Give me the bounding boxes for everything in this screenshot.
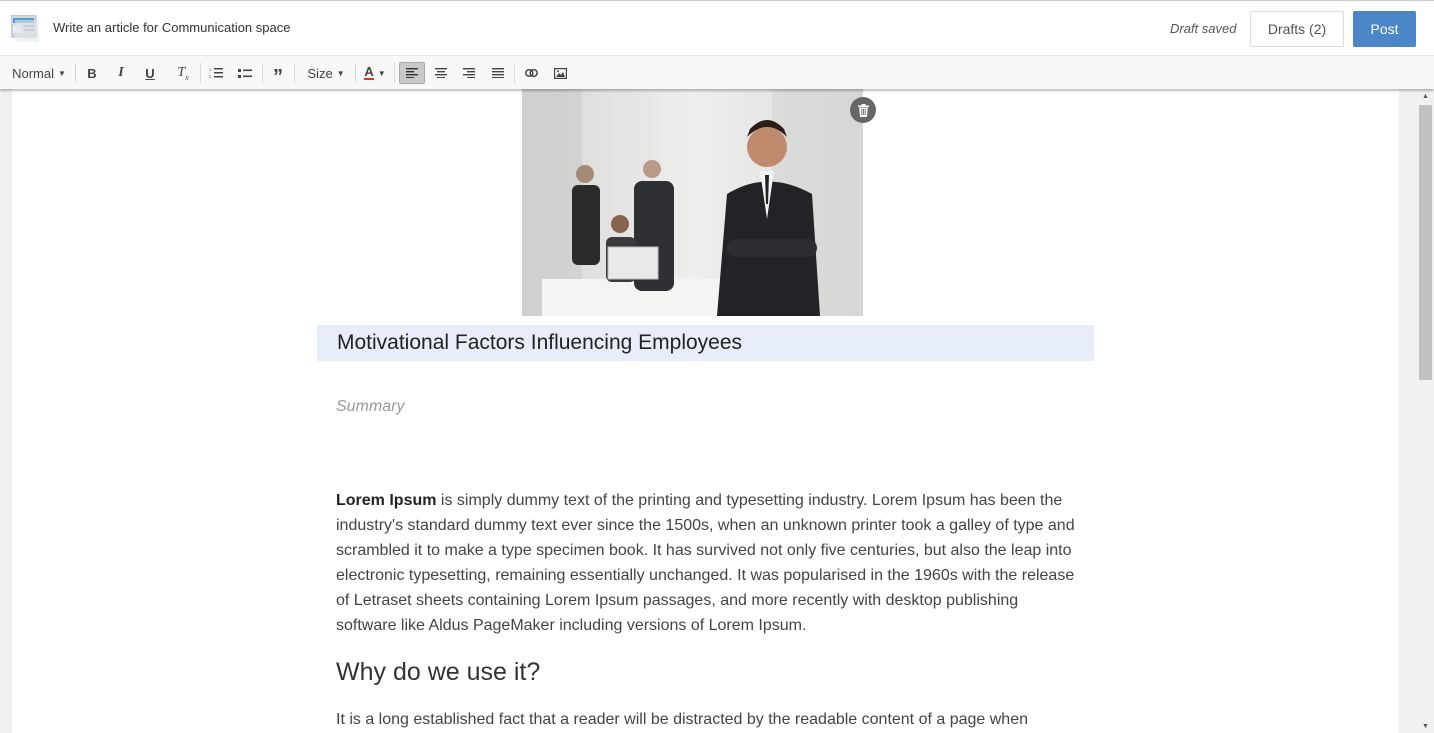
toolbar-divider — [75, 63, 76, 83]
section-heading[interactable]: Why do we use it? — [336, 658, 540, 687]
align-center-icon — [435, 68, 447, 78]
summary-field[interactable]: Summary — [336, 398, 404, 416]
format-label: Normal — [12, 65, 54, 81]
link-icon — [524, 69, 538, 77]
post-button[interactable]: Post — [1353, 11, 1416, 47]
italic-button[interactable]: I — [110, 62, 132, 84]
size-dropdown[interactable]: Size ▼ — [302, 62, 350, 84]
remove-format-button[interactable]: Tx — [172, 62, 194, 84]
delete-image-button[interactable] — [850, 97, 876, 123]
svg-text:1: 1 — [209, 67, 212, 72]
bold-button[interactable]: B — [81, 62, 103, 84]
insert-image-button[interactable] — [549, 62, 571, 84]
toolbar-divider — [200, 63, 201, 83]
italic-icon: I — [118, 65, 124, 80]
bold-icon: B — [87, 65, 97, 81]
chevron-down-icon: ▼ — [377, 68, 386, 78]
draft-status: Draft saved — [1170, 21, 1237, 36]
header-bar: Write an article for Communication space… — [0, 0, 1434, 55]
remove-format-icon: Tx — [177, 64, 189, 82]
align-right-icon — [463, 68, 475, 78]
align-left-icon — [406, 68, 418, 78]
toolbar-divider — [294, 63, 295, 83]
toolbar-divider — [394, 63, 395, 83]
scroll-down-arrow[interactable]: ▼ — [1417, 719, 1434, 733]
chevron-down-icon: ▼ — [57, 68, 66, 78]
align-justify-icon — [492, 68, 504, 78]
toolbar-divider — [514, 63, 515, 83]
toolbar-divider — [355, 63, 356, 83]
align-left-button[interactable] — [399, 62, 425, 84]
editor-toolbar: Normal ▼ B I U Tx 12 ” Size ▼ A ▼ — [0, 55, 1434, 89]
article-title-field[interactable]: Motivational Factors Influencing Employe… — [317, 325, 1094, 361]
align-center-button[interactable] — [430, 62, 452, 84]
blockquote-button[interactable]: ” — [267, 62, 289, 88]
align-justify-button[interactable] — [487, 62, 509, 84]
trash-icon — [857, 103, 869, 117]
text-color-button[interactable]: A ▼ — [362, 62, 388, 84]
scrollbar-thumb[interactable] — [1419, 105, 1432, 380]
scroll-up-arrow[interactable]: ▲ — [1417, 89, 1434, 103]
underline-icon: U — [145, 65, 155, 81]
link-button[interactable] — [520, 62, 542, 84]
hero-image[interactable] — [522, 89, 863, 316]
page-title: Write an article for Communication space — [53, 20, 291, 35]
align-right-button[interactable] — [458, 62, 480, 84]
chevron-down-icon: ▼ — [336, 68, 345, 78]
body-paragraph[interactable]: It is a long established fact that a rea… — [336, 707, 1076, 732]
numbered-list-button[interactable]: 12 — [205, 62, 227, 84]
article-app-icon — [10, 14, 39, 42]
underline-button[interactable]: U — [139, 62, 161, 84]
toolbar-divider — [262, 63, 263, 83]
blockquote-icon: ” — [273, 66, 283, 88]
image-icon — [553, 67, 567, 79]
article-editor[interactable]: Motivational Factors Influencing Employe… — [12, 89, 1399, 733]
vertical-scrollbar[interactable]: ▲ ▼ — [1417, 89, 1434, 733]
lead-bold-text: Lorem Ipsum — [336, 492, 437, 509]
svg-text:2: 2 — [209, 74, 212, 79]
body-paragraph[interactable]: Lorem Ipsum is simply dummy text of the … — [336, 488, 1076, 638]
drafts-button[interactable]: Drafts (2) — [1250, 11, 1344, 47]
article-title: Motivational Factors Influencing Employe… — [337, 331, 743, 354]
lead-text: is simply dummy text of the printing and… — [336, 492, 1075, 634]
size-label: Size — [307, 65, 333, 81]
text-color-icon: A — [364, 64, 374, 80]
format-dropdown[interactable]: Normal ▼ — [8, 62, 70, 84]
bulleted-list-icon — [238, 68, 252, 78]
numbered-list-icon: 12 — [209, 67, 223, 79]
bulleted-list-button[interactable] — [234, 62, 256, 84]
